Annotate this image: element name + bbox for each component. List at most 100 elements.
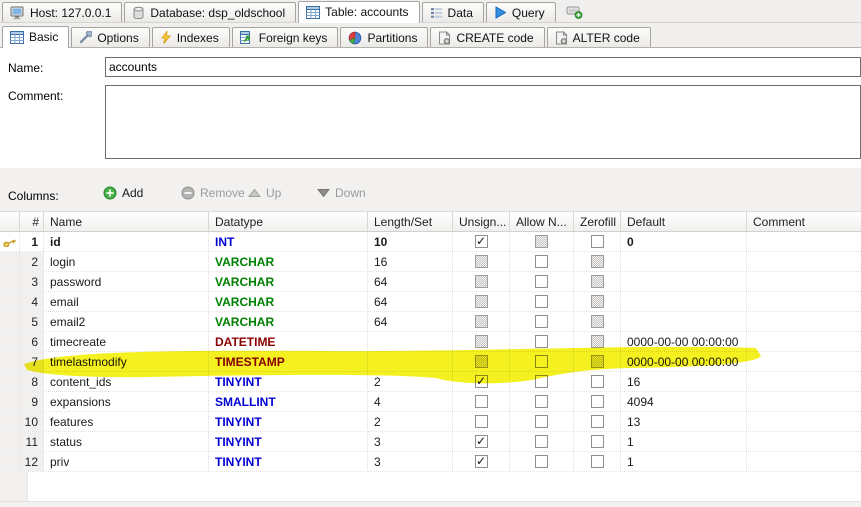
default-cell[interactable]: 13: [621, 412, 747, 431]
allow-null-checkbox[interactable]: [535, 255, 548, 268]
unsigned-checkbox[interactable]: [475, 415, 488, 428]
length-set-cell[interactable]: 64: [368, 292, 453, 311]
tab-host[interactable]: Host: 127.0.0.1: [2, 2, 122, 22]
default-cell[interactable]: 0: [621, 232, 747, 251]
row-gutter[interactable]: [0, 412, 20, 431]
move-up-button[interactable]: Up: [248, 186, 281, 200]
header-default[interactable]: Default: [621, 212, 747, 231]
tab-partitions[interactable]: Partitions: [340, 27, 428, 47]
default-cell[interactable]: [621, 272, 747, 291]
allow-null-checkbox[interactable]: [535, 455, 548, 468]
allow-null-checkbox[interactable]: [535, 275, 548, 288]
datatype-cell[interactable]: DATETIME: [209, 332, 368, 351]
zerofill-checkbox[interactable]: [591, 315, 604, 328]
header-unsigned[interactable]: Unsign...: [453, 212, 510, 231]
allow-null-checkbox[interactable]: [535, 295, 548, 308]
zerofill-checkbox[interactable]: [591, 455, 604, 468]
comment-cell[interactable]: [747, 332, 861, 351]
datatype-cell[interactable]: VARCHAR: [209, 252, 368, 271]
default-cell[interactable]: 0000-00-00 00:00:00: [621, 352, 747, 371]
column-name-cell[interactable]: login: [44, 252, 209, 271]
length-set-cell[interactable]: 64: [368, 272, 453, 291]
default-cell[interactable]: 0000-00-00 00:00:00: [621, 332, 747, 351]
length-set-cell[interactable]: [368, 332, 453, 351]
allow-null-checkbox[interactable]: [535, 315, 548, 328]
comment-cell[interactable]: [747, 412, 861, 431]
allow-null-checkbox[interactable]: [535, 355, 548, 368]
column-name-cell[interactable]: email: [44, 292, 209, 311]
unsigned-checkbox[interactable]: [475, 315, 488, 328]
length-set-cell[interactable]: 3: [368, 452, 453, 471]
header-comment[interactable]: Comment: [747, 212, 861, 231]
datatype-cell[interactable]: SMALLINT: [209, 392, 368, 411]
datatype-cell[interactable]: VARCHAR: [209, 312, 368, 331]
tab-create-code[interactable]: CREATE code: [430, 27, 544, 47]
row-gutter[interactable]: [0, 312, 20, 331]
datatype-cell[interactable]: INT: [209, 232, 368, 251]
table-row[interactable]: 4emailVARCHAR64: [0, 292, 861, 312]
default-cell[interactable]: 1: [621, 452, 747, 471]
table-row[interactable]: 2loginVARCHAR16: [0, 252, 861, 272]
comment-cell[interactable]: [747, 432, 861, 451]
table-row[interactable]: 7timelastmodifyTIMESTAMP0000-00-00 00:00…: [0, 352, 861, 372]
comment-cell[interactable]: [747, 372, 861, 391]
column-name-cell[interactable]: content_ids: [44, 372, 209, 391]
zerofill-checkbox[interactable]: [591, 375, 604, 388]
table-comment-input[interactable]: [105, 85, 861, 159]
unsigned-checkbox[interactable]: [475, 355, 488, 368]
datatype-cell[interactable]: TINYINT: [209, 452, 368, 471]
datatype-cell[interactable]: TIMESTAMP: [209, 352, 368, 371]
table-row[interactable]: 1idINT100: [0, 232, 861, 252]
allow-null-checkbox[interactable]: [535, 375, 548, 388]
length-set-cell[interactable]: 10: [368, 232, 453, 251]
zerofill-checkbox[interactable]: [591, 355, 604, 368]
column-name-cell[interactable]: id: [44, 232, 209, 251]
row-gutter[interactable]: [0, 332, 20, 351]
default-cell[interactable]: 1: [621, 432, 747, 451]
tab-indexes[interactable]: Indexes: [152, 27, 230, 47]
tab-database[interactable]: Database: dsp_oldschool: [124, 2, 296, 22]
length-set-cell[interactable]: 2: [368, 412, 453, 431]
unsigned-checkbox[interactable]: [475, 235, 488, 248]
length-set-cell[interactable]: [368, 352, 453, 371]
table-row[interactable]: 3passwordVARCHAR64: [0, 272, 861, 292]
comment-cell[interactable]: [747, 292, 861, 311]
unsigned-checkbox[interactable]: [475, 295, 488, 308]
row-gutter[interactable]: [0, 292, 20, 311]
tab-foreign-keys[interactable]: Foreign keys: [232, 27, 339, 47]
datatype-cell[interactable]: TINYINT: [209, 432, 368, 451]
table-row[interactable]: 6timecreateDATETIME0000-00-00 00:00:00: [0, 332, 861, 352]
zerofill-checkbox[interactable]: [591, 415, 604, 428]
length-set-cell[interactable]: 4: [368, 392, 453, 411]
zerofill-checkbox[interactable]: [591, 435, 604, 448]
comment-cell[interactable]: [747, 252, 861, 271]
comment-cell[interactable]: [747, 312, 861, 331]
unsigned-checkbox[interactable]: [475, 395, 488, 408]
comment-cell[interactable]: [747, 392, 861, 411]
length-set-cell[interactable]: 2: [368, 372, 453, 391]
zerofill-checkbox[interactable]: [591, 335, 604, 348]
length-set-cell[interactable]: 3: [368, 432, 453, 451]
default-cell[interactable]: 4094: [621, 392, 747, 411]
table-row[interactable]: 5email2VARCHAR64: [0, 312, 861, 332]
header-name[interactable]: Name: [44, 212, 209, 231]
zerofill-checkbox[interactable]: [591, 395, 604, 408]
tab-data[interactable]: Data: [422, 2, 484, 22]
allow-null-checkbox[interactable]: [535, 395, 548, 408]
tab-table[interactable]: Table: accounts: [298, 1, 419, 23]
zerofill-checkbox[interactable]: [591, 275, 604, 288]
row-gutter[interactable]: [0, 392, 20, 411]
header-length-set[interactable]: Length/Set: [368, 212, 453, 231]
column-name-cell[interactable]: timelastmodify: [44, 352, 209, 371]
table-row[interactable]: 12privTINYINT31: [0, 452, 861, 472]
row-gutter[interactable]: [0, 372, 20, 391]
default-cell[interactable]: [621, 292, 747, 311]
unsigned-checkbox[interactable]: [475, 375, 488, 388]
comment-cell[interactable]: [747, 232, 861, 251]
header-number[interactable]: #: [20, 212, 44, 231]
allow-null-checkbox[interactable]: [535, 235, 548, 248]
default-cell[interactable]: [621, 312, 747, 331]
default-cell[interactable]: [621, 252, 747, 271]
comment-cell[interactable]: [747, 352, 861, 371]
new-connection-icon[interactable]: [562, 2, 587, 22]
